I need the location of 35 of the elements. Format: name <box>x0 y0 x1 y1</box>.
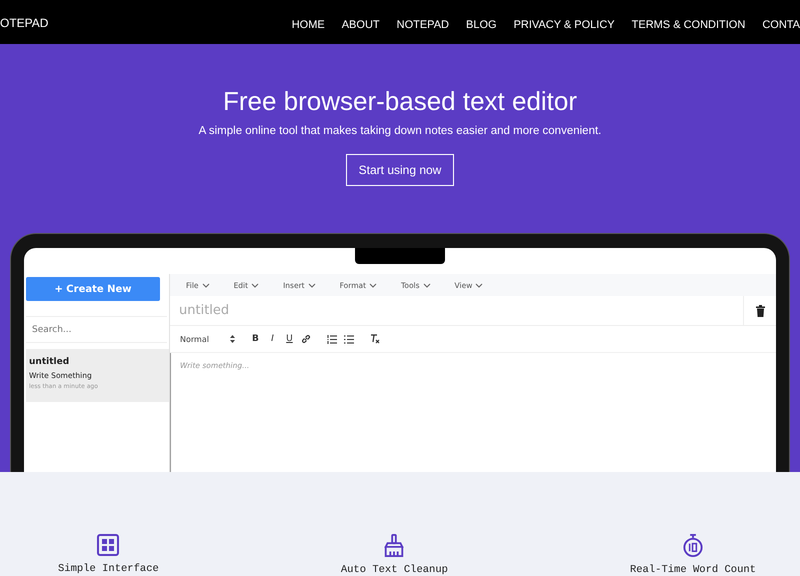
clear-format-icon <box>370 334 380 344</box>
nav-link[interactable]: ABOUT <box>342 19 380 31</box>
style-dropdown[interactable]: Normal <box>180 334 235 344</box>
stopwatch-icon <box>682 534 704 557</box>
numbered-list-icon <box>327 334 338 344</box>
caret-icon <box>251 282 260 288</box>
note-title: untitled <box>29 357 70 367</box>
bold-button[interactable]: B <box>246 334 264 344</box>
hero-subtitle: A simple online tool that makes taking down notes easier and more convenient. <box>198 125 602 137</box>
caret-icon <box>202 282 210 288</box>
brush-icon <box>382 534 406 557</box>
caret-icon <box>475 282 484 288</box>
nav-link[interactable]: CONTA <box>762 19 800 31</box>
italic-button[interactable]: I <box>264 334 281 344</box>
bullet-list-icon <box>344 334 354 344</box>
nav-link[interactable]: TERMS & CONDITION <box>632 19 746 31</box>
caret-icon <box>308 282 316 288</box>
nav-link[interactable]: PRIVACY & POLICY <box>514 19 615 31</box>
feature-title: Simple Interface <box>58 563 159 575</box>
grid-icon <box>97 534 120 556</box>
feature-title: Auto Text Cleanup <box>340 564 448 576</box>
link-icon <box>301 334 312 344</box>
nav-link[interactable]: NOTEPAD <box>396 19 449 31</box>
site-logo[interactable]: OTEPAD <box>0 16 48 30</box>
caret-icon <box>422 282 431 288</box>
search-field[interactable]: Search... <box>26 316 167 343</box>
nav-link[interactable]: HOME <box>292 19 325 31</box>
updown-arrows-icon <box>230 335 235 343</box>
trash-icon <box>756 304 764 316</box>
underline-button[interactable]: U <box>280 334 298 344</box>
hero-title: Free browser-based text editor <box>222 86 578 117</box>
feature-title: Real-Time Word Count <box>630 564 756 576</box>
start-button[interactable]: Start using now <box>346 154 454 186</box>
nav-link[interactable]: BLOG <box>466 19 497 31</box>
caret-icon <box>369 282 378 288</box>
